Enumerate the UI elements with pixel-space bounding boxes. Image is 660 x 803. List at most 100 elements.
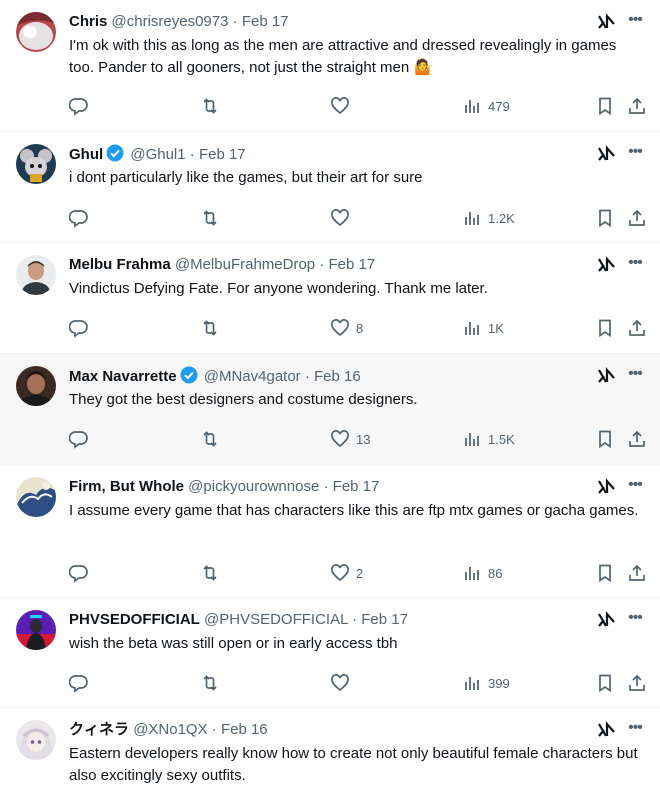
more-icon[interactable]: ••• <box>624 144 646 164</box>
display-name[interactable]: Chris <box>69 13 107 30</box>
repost-button[interactable] <box>200 96 220 116</box>
repost-icon <box>203 210 217 226</box>
more-icon[interactable]: ••• <box>624 12 646 32</box>
grok-icon[interactable] <box>598 12 616 32</box>
heart-icon <box>331 97 349 115</box>
reply-item[interactable]: Chris @chrisreyes0973 · Feb 17 ••• I'm o… <box>0 0 660 132</box>
views-icon <box>465 433 479 446</box>
display-name[interactable]: Max Navarrette <box>69 368 177 385</box>
bookmark-icon <box>599 430 611 449</box>
avatar[interactable] <box>16 144 56 184</box>
repost-button[interactable] <box>200 208 220 228</box>
avatar[interactable] <box>16 610 56 650</box>
reply-text: I assume every game that has characters … <box>69 502 639 519</box>
display-name[interactable]: クィネラ <box>69 721 129 738</box>
repost-button[interactable] <box>200 563 220 583</box>
display-name[interactable]: PHVSEDOFFICIAL <box>69 611 200 628</box>
post-date[interactable]: Feb 16 <box>314 368 361 385</box>
views-button[interactable]: 86 <box>462 563 502 583</box>
more-icon[interactable]: ••• <box>624 255 646 275</box>
views-button[interactable]: 479 <box>462 96 510 116</box>
post-date[interactable]: Feb 17 <box>328 256 375 273</box>
share-button[interactable] <box>627 208 647 228</box>
bookmark-button[interactable] <box>595 673 615 693</box>
avatar[interactable] <box>16 477 56 517</box>
reply-item[interactable]: Melbu Frahma @MelbuFrahmeDrop · Feb 17 •… <box>0 243 660 354</box>
post-date[interactable]: Feb 17 <box>333 478 380 495</box>
views-button[interactable]: 399 <box>462 673 510 693</box>
share-button[interactable] <box>627 429 647 449</box>
more-icon[interactable]: ••• <box>624 366 646 386</box>
user-handle[interactable]: @PHVSEDOFFICIAL <box>204 611 348 628</box>
action-bar: 479 <box>69 96 649 116</box>
like-button[interactable]: 8 <box>330 318 363 338</box>
display-name[interactable]: Firm, But Whole <box>69 478 184 495</box>
reply-item[interactable]: PHVSEDOFFICIAL @PHVSEDOFFICIAL · Feb 17 … <box>0 598 660 708</box>
reply-item[interactable]: Firm, But Whole @pickyourownnose · Feb 1… <box>0 465 660 598</box>
bookmark-button[interactable] <box>595 429 615 449</box>
grok-icon[interactable] <box>598 255 616 275</box>
reply-item[interactable]: Max Navarrette @MNav4gator · Feb 16 ••• … <box>0 354 660 465</box>
bookmark-button[interactable] <box>595 96 615 116</box>
reply-button[interactable] <box>69 429 89 449</box>
user-handle[interactable]: @XNo1QX <box>133 721 207 738</box>
grok-icon[interactable] <box>598 144 616 164</box>
bookmark-button[interactable] <box>595 318 615 338</box>
share-button[interactable] <box>627 318 647 338</box>
repost-button[interactable] <box>200 318 220 338</box>
reply-item[interactable]: Ghul @Ghul1 · Feb 17 ••• i dont particul… <box>0 132 660 243</box>
reply-icon <box>69 675 88 693</box>
repost-button[interactable] <box>200 673 220 693</box>
display-name[interactable]: Melbu Frahma <box>69 256 171 273</box>
user-handle[interactable]: @chrisreyes0973 <box>112 13 229 30</box>
avatar[interactable] <box>16 366 56 406</box>
user-handle[interactable]: @Ghul1 <box>130 146 185 163</box>
view-count: 1.2K <box>488 210 515 226</box>
like-button[interactable] <box>330 208 356 228</box>
reply-button[interactable] <box>69 208 89 228</box>
verified-badge-icon[interactable] <box>180 366 198 384</box>
user-handle[interactable]: @MelbuFrahmeDrop <box>175 256 315 273</box>
reply-header: Firm, But Whole @pickyourownnose · Feb 1… <box>69 477 379 497</box>
more-icon[interactable]: ••• <box>624 477 646 497</box>
post-date[interactable]: Feb 17 <box>199 146 246 163</box>
bookmark-button[interactable] <box>595 563 615 583</box>
bookmark-icon <box>599 319 611 338</box>
grok-icon[interactable] <box>598 610 616 630</box>
reply-button[interactable] <box>69 96 89 116</box>
action-bar: 399 <box>69 673 649 693</box>
reply-button[interactable] <box>69 673 89 693</box>
verified-badge-icon[interactable] <box>106 144 124 162</box>
like-button[interactable]: 2 <box>330 563 363 583</box>
views-button[interactable]: 1K <box>462 318 504 338</box>
like-button[interactable] <box>330 96 356 116</box>
grok-icon[interactable] <box>598 720 616 740</box>
post-date[interactable]: Feb 17 <box>361 611 408 628</box>
bookmark-button[interactable] <box>595 208 615 228</box>
like-button[interactable] <box>330 673 356 693</box>
reply-item[interactable]: クィネラ @XNo1QX · Feb 16 ••• Eastern develo… <box>0 708 660 803</box>
user-handle[interactable]: @pickyourownnose <box>188 478 319 495</box>
reply-text: I'm ok with this as long as the men are … <box>69 37 617 76</box>
avatar[interactable] <box>16 12 56 52</box>
share-button[interactable] <box>627 673 647 693</box>
more-icon[interactable]: ••• <box>624 610 646 630</box>
reply-button[interactable] <box>69 563 89 583</box>
post-date[interactable]: Feb 16 <box>221 721 268 738</box>
reply-button[interactable] <box>69 318 89 338</box>
repost-button[interactable] <box>200 429 220 449</box>
reply-icon <box>69 98 88 116</box>
display-name[interactable]: Ghul <box>69 146 103 163</box>
avatar[interactable] <box>16 720 56 760</box>
post-date[interactable]: Feb 17 <box>242 13 289 30</box>
grok-icon[interactable] <box>598 366 616 386</box>
share-button[interactable] <box>627 563 647 583</box>
more-icon[interactable]: ••• <box>624 720 646 740</box>
share-button[interactable] <box>627 96 647 116</box>
views-button[interactable]: 1.5K <box>462 429 515 449</box>
views-button[interactable]: 1.2K <box>462 208 515 228</box>
avatar[interactable] <box>16 255 56 295</box>
grok-icon[interactable] <box>598 477 616 497</box>
user-handle[interactable]: @MNav4gator <box>204 368 301 385</box>
like-button[interactable]: 13 <box>330 429 370 449</box>
